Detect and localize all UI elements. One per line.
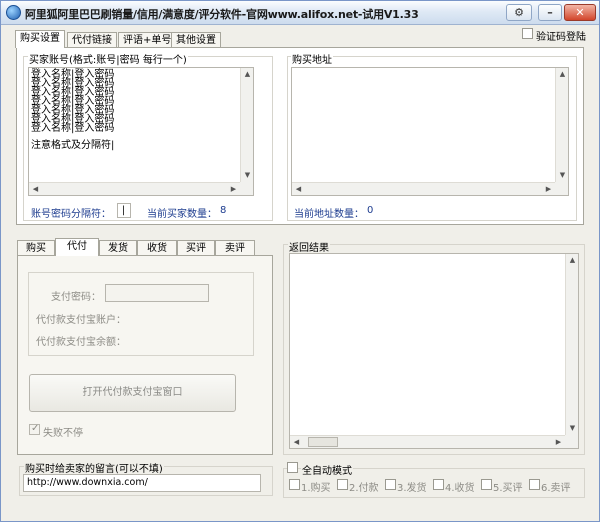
scroll-right-icon[interactable]: ▶: [542, 183, 555, 195]
results-label: 返回结果: [288, 239, 330, 254]
title-bar[interactable]: 阿里狐阿里巴巴刷销量/信用/满意度/评分软件-官网www.alifox.net-…: [1, 1, 599, 25]
address-count-label: 当前地址数量：: [294, 209, 364, 220]
pay-account-label: 代付款支付宝账户：: [36, 315, 126, 326]
scroll-right-icon[interactable]: ▶: [552, 436, 565, 448]
subtab-receive[interactable]: 收货: [137, 240, 177, 256]
tab-other-settings[interactable]: 其他设置: [171, 32, 221, 48]
check-icon: ✓: [31, 423, 40, 434]
auto-step-ship: 3.发货: [397, 483, 427, 494]
message-input[interactable]: http://www.downxia.com/: [23, 474, 261, 492]
address-textarea[interactable]: ▲ ▼ ◀ ▶: [291, 67, 569, 196]
scroll-left-icon[interactable]: ◀: [290, 436, 303, 448]
pay-password-label: 支付密码：: [51, 292, 101, 303]
scroll-thumb[interactable]: [308, 437, 338, 447]
vertical-scrollbar[interactable]: ▲ ▼: [565, 254, 578, 435]
horizontal-scrollbar[interactable]: ◀ ▶: [29, 182, 240, 195]
settings-button[interactable]: ⚙: [506, 4, 532, 21]
subtab-seller-review[interactable]: 卖评: [215, 240, 255, 256]
scroll-corner: [555, 182, 568, 195]
auto-step-checkbox[interactable]: [337, 479, 348, 490]
buyer-count-value: 8: [220, 205, 227, 216]
separator-input[interactable]: |: [117, 203, 131, 218]
scroll-up-icon[interactable]: ▲: [566, 254, 578, 267]
scroll-down-icon[interactable]: ▼: [566, 422, 578, 435]
pay-balance-label: 代付款支付宝余额：: [36, 337, 126, 348]
auto-step-receive: 4.收货: [445, 483, 475, 494]
scroll-up-icon[interactable]: ▲: [556, 68, 568, 81]
auto-step-checkbox[interactable]: [481, 479, 492, 490]
auto-step-buy: 1.购买: [301, 483, 331, 494]
auto-mode-checkbox[interactable]: [287, 462, 298, 473]
results-textarea[interactable]: ▲ ▼ ◀ ▶: [289, 253, 579, 449]
auto-step-pay: 2.付款: [349, 483, 379, 494]
window-title: 阿里狐阿里巴巴刷销量/信用/满意度/评分软件-官网www.alifox.net-…: [25, 8, 419, 21]
scroll-corner: [565, 435, 578, 448]
buyer-account-label: 买家账号(格式:账号|密码 每行一个): [28, 51, 188, 66]
scroll-right-icon[interactable]: ▶: [227, 183, 240, 195]
pay-password-input[interactable]: [105, 284, 209, 302]
address-count-value: 0: [367, 205, 374, 216]
auto-step-checkbox[interactable]: [289, 479, 300, 490]
address-label: 购买地址: [291, 51, 333, 66]
auto-step-buyer-review: 5.买评: [493, 483, 523, 494]
minimize-icon: –: [547, 6, 553, 19]
verify-login-label: 验证码登陆: [536, 32, 586, 43]
message-label: 购买时给卖家的留言(可以不填): [24, 460, 164, 475]
buyer-line: 登入名称|登入密码: [31, 123, 115, 134]
close-button[interactable]: ✕: [564, 4, 596, 21]
buyer-note: 注意格式及分隔符|: [31, 140, 115, 151]
pay-panel: 支付密码： 代付款支付宝账户： 代付款支付宝余额： 打开代付款支付宝窗口 ✓ 失…: [17, 255, 273, 455]
app-window: 阿里狐阿里巴巴刷销量/信用/满意度/评分软件-官网www.alifox.net-…: [0, 0, 600, 522]
auto-step-checkbox[interactable]: [385, 479, 396, 490]
verify-login-checkbox[interactable]: [522, 28, 533, 39]
fail-continue-checkbox[interactable]: ✓: [29, 423, 40, 435]
fail-continue-label: 失败不停: [43, 428, 83, 439]
gear-icon: ⚙: [514, 6, 524, 19]
app-icon: [6, 5, 21, 20]
auto-step-checkbox[interactable]: [433, 479, 444, 490]
horizontal-scrollbar[interactable]: ◀ ▶: [290, 435, 565, 448]
buyer-accounts-textarea[interactable]: 登入名称|登入密码 登入名称|登入密码 登入名称|登入密码 登入名称|登入密码 …: [28, 67, 254, 196]
vertical-scrollbar[interactable]: ▲ ▼: [240, 68, 253, 182]
scroll-up-icon[interactable]: ▲: [241, 68, 253, 81]
scroll-down-icon[interactable]: ▼: [241, 169, 253, 182]
subtab-pay[interactable]: 代付: [55, 238, 99, 256]
subtab-ship[interactable]: 发货: [99, 240, 137, 256]
tab-comment-number[interactable]: 评语+单号: [118, 32, 177, 48]
subtab-buyer-review[interactable]: 买评: [177, 240, 215, 256]
subtab-buy[interactable]: 购买: [17, 240, 55, 256]
horizontal-scrollbar[interactable]: ◀ ▶: [292, 182, 555, 195]
scroll-left-icon[interactable]: ◀: [292, 183, 305, 195]
scroll-corner: [240, 182, 253, 195]
scroll-down-icon[interactable]: ▼: [556, 169, 568, 182]
auto-step-seller-review: 6.卖评: [541, 483, 571, 494]
auto-step-checkbox[interactable]: [529, 479, 540, 490]
auto-mode-label: 全自动模式: [301, 462, 353, 477]
close-icon: ✕: [575, 6, 585, 19]
minimize-button[interactable]: –: [538, 4, 562, 21]
tab-pay-link[interactable]: 代付链接: [67, 32, 117, 48]
purchase-settings-panel: 买家账号(格式:账号|密码 每行一个) 登入名称|登入密码 登入名称|登入密码 …: [16, 47, 584, 225]
buyer-count-label: 当前买家数量：: [147, 209, 217, 220]
tab-purchase-settings[interactable]: 购买设置: [15, 30, 65, 48]
open-alipay-window-button[interactable]: 打开代付款支付宝窗口: [29, 374, 236, 412]
vertical-scrollbar[interactable]: ▲ ▼: [555, 68, 568, 182]
separator-label: 账号密码分隔符：: [31, 209, 111, 220]
scroll-left-icon[interactable]: ◀: [29, 183, 42, 195]
